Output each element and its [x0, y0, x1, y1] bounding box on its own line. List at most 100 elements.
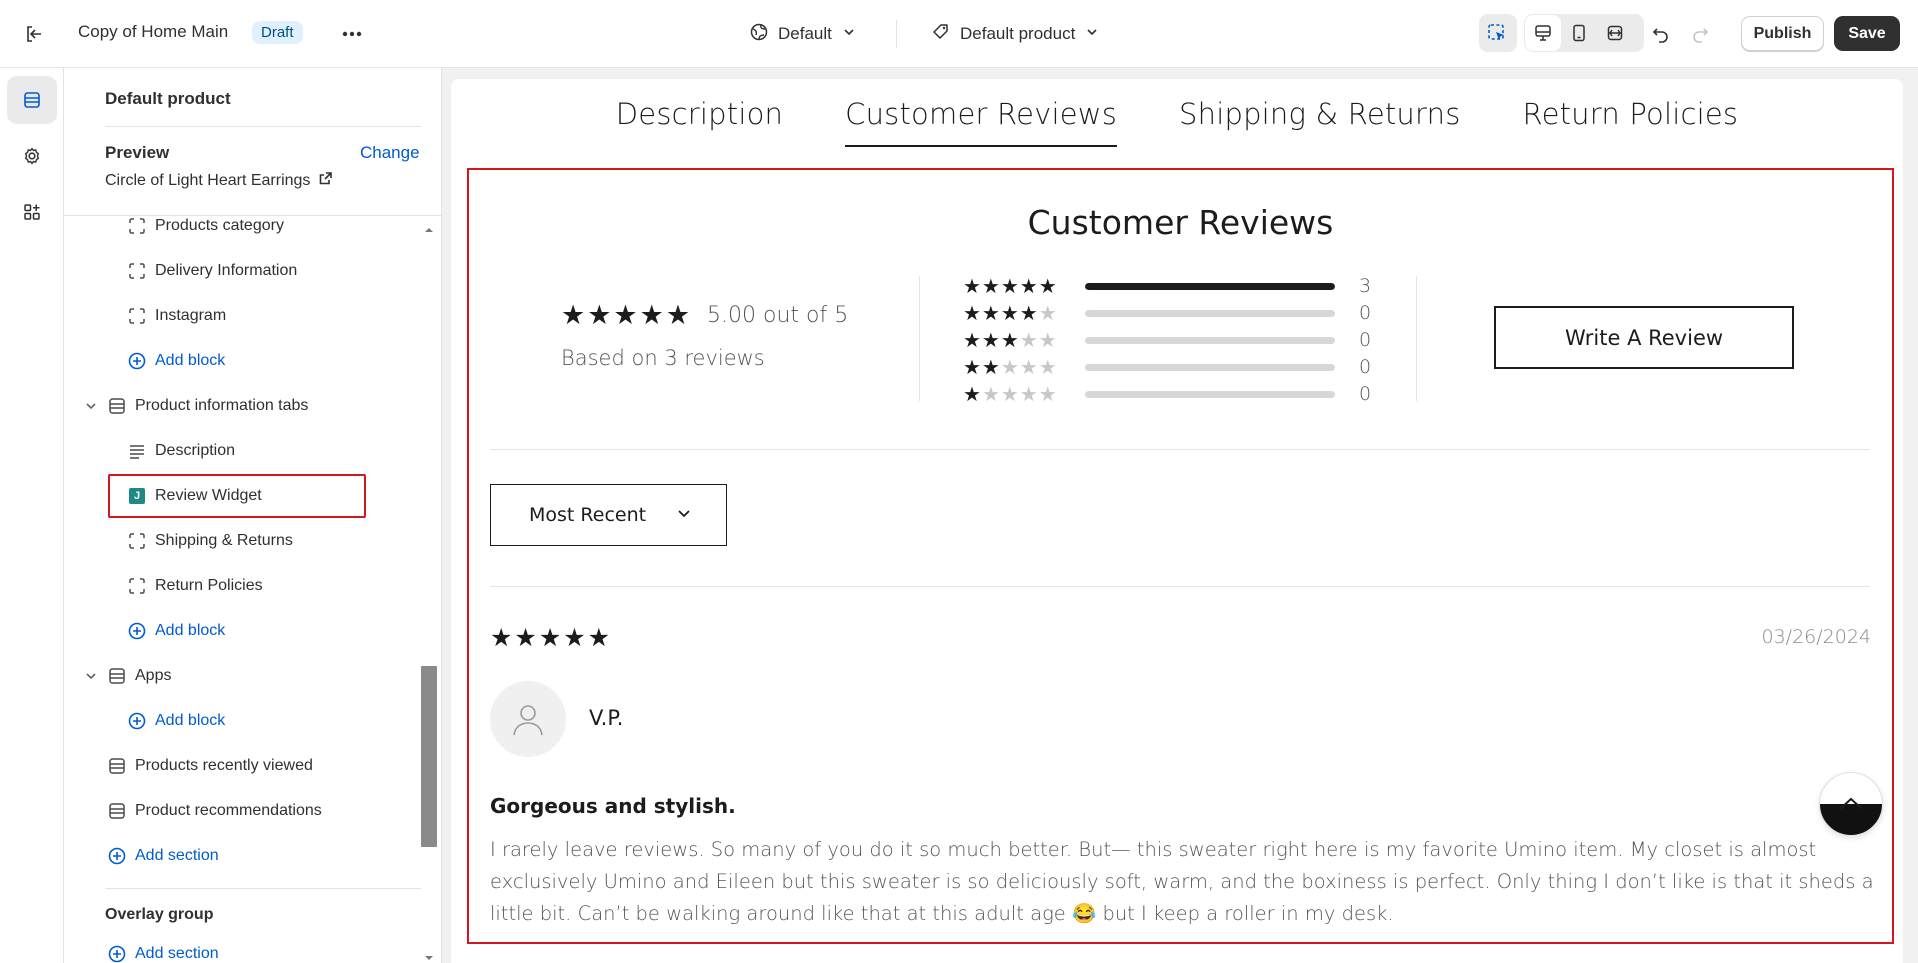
sidebar-item-apps[interactable]: Apps	[107, 660, 171, 692]
divider	[105, 126, 421, 127]
sidebar-item-products-recently-viewed[interactable]: Products recently viewed	[107, 750, 313, 782]
inspector-toggle-group	[1479, 14, 1517, 52]
sidebar-item-return-policies[interactable]: Return Policies	[127, 570, 263, 602]
text-icon	[127, 441, 147, 461]
product-select[interactable]: Default product	[932, 18, 1099, 50]
scroll-up-icon[interactable]	[424, 222, 434, 232]
overlay-group-label: Overlay group	[105, 906, 214, 923]
histogram-row-1[interactable]: ★★★★★ 0	[963, 382, 1383, 406]
block-icon	[127, 576, 147, 596]
scroll-down-icon[interactable]	[424, 950, 434, 960]
save-button[interactable]: Save	[1834, 16, 1900, 51]
storefront-preview: Description Customer Reviews Shipping & …	[451, 79, 1903, 963]
settings-gear-icon[interactable]	[7, 132, 57, 180]
sidebar-item-products-category[interactable]: Products category	[127, 210, 284, 242]
user-icon	[513, 705, 543, 736]
add-section-button[interactable]: Add section	[107, 840, 219, 872]
sidebar-item-instagram[interactable]: Instagram	[127, 300, 226, 332]
undo-icon[interactable]	[1643, 16, 1679, 52]
inspector-select-icon[interactable]	[1479, 15, 1515, 51]
sidebar-item-product-information-tabs[interactable]: Product information tabs	[107, 390, 308, 422]
scroll-to-top-button[interactable]	[1819, 772, 1883, 836]
section-icon	[107, 801, 127, 821]
divider	[919, 276, 920, 401]
external-link-icon	[318, 171, 333, 191]
block-icon	[127, 531, 147, 551]
review-widget[interactable]: Customer Reviews ★★★★★ 5.00 out of 5 Bas…	[467, 168, 1894, 944]
add-block-button[interactable]: Add block	[127, 345, 225, 377]
tab-customer-reviews[interactable]: Customer Reviews	[845, 97, 1118, 147]
add-block-label: Add block	[155, 712, 226, 729]
sidebar-title: Default product	[105, 89, 231, 108]
template-select[interactable]: Default	[750, 18, 856, 50]
review-body: I rarely leave reviews. So many of you d…	[490, 838, 1874, 925]
preview-product-link[interactable]: Circle of Light Heart Earrings	[105, 171, 333, 191]
product-tabs: Description Customer Reviews Shipping & …	[451, 97, 1903, 147]
histogram-stars: ★★★★★	[963, 303, 1058, 325]
chevron-down-icon[interactable]	[84, 669, 98, 683]
histogram-row-4[interactable]: ★★★★★ 0	[963, 301, 1383, 325]
sidebar-item-label: Instagram	[155, 307, 227, 324]
add-block-button[interactable]: Add block	[127, 705, 225, 737]
review-rating-stars: ★★★★★	[490, 624, 613, 652]
histogram-bar	[1085, 364, 1335, 371]
fullscreen-view-icon[interactable]	[1597, 15, 1633, 51]
viewport-toggle-group	[1524, 14, 1644, 52]
publish-button[interactable]: Publish	[1741, 16, 1824, 51]
selected-item-highlight	[108, 474, 366, 518]
sidebar-item-label: Delivery Information	[155, 262, 298, 279]
divider	[896, 20, 897, 48]
chevron-down-icon[interactable]	[84, 399, 98, 413]
redo-icon[interactable]	[1682, 16, 1718, 52]
desktop-view-icon[interactable]	[1525, 15, 1561, 51]
section-icon	[107, 756, 127, 776]
histogram-row-2[interactable]: ★★★★★ 0	[963, 355, 1383, 379]
sidebar-item-description[interactable]: Description	[127, 435, 235, 467]
sidebar-item-product-recommendations[interactable]: Product recommendations	[107, 795, 322, 827]
add-section-button[interactable]: Add section	[107, 938, 219, 963]
reviewer-name: V.P.	[589, 706, 624, 730]
product-select-label: Default product	[960, 24, 1076, 43]
divider	[490, 449, 1870, 450]
sidebar-item-label: Description	[155, 442, 236, 459]
exit-icon[interactable]	[18, 20, 50, 48]
plus-circle-icon	[127, 351, 147, 371]
top-bar: Copy of Home Main Draft Default Default …	[0, 0, 1918, 68]
sidebar-item-label: Products recently viewed	[135, 757, 313, 774]
block-icon	[127, 306, 147, 326]
histogram-row-5[interactable]: ★★★★★ 3	[963, 274, 1383, 298]
more-actions-icon[interactable]	[338, 20, 366, 48]
write-review-button[interactable]: Write A Review	[1494, 306, 1794, 369]
status-badge: Draft	[252, 21, 303, 44]
apps-icon[interactable]	[7, 188, 57, 236]
preview-label: Preview	[105, 143, 170, 162]
histogram-fill	[1085, 283, 1335, 290]
sidebar-item-label: Shipping & Returns	[155, 532, 293, 549]
sidebar-item-delivery-information[interactable]: Delivery Information	[127, 255, 297, 287]
sidebar-item-shipping-returns[interactable]: Shipping & Returns	[127, 525, 293, 557]
plus-circle-icon	[127, 621, 147, 641]
plus-circle-icon	[127, 711, 147, 731]
tab-shipping-returns[interactable]: Shipping & Returns	[1179, 97, 1461, 147]
tab-return-policies[interactable]: Return Policies	[1523, 97, 1739, 147]
histogram-bar	[1085, 283, 1335, 290]
add-block-button[interactable]: Add block	[127, 615, 225, 647]
histogram-stars: ★★★★★	[963, 384, 1058, 406]
histogram-bar	[1085, 310, 1335, 317]
sort-select[interactable]: Most Recent	[490, 484, 727, 546]
tab-description[interactable]: Description	[616, 97, 783, 147]
change-preview-link[interactable]: Change	[360, 143, 420, 163]
histogram-bar	[1085, 391, 1335, 398]
mobile-view-icon[interactable]	[1561, 15, 1597, 51]
reviews-title: Customer Reviews	[1027, 203, 1334, 242]
sidebar-item-label: Product information tabs	[135, 397, 309, 414]
histogram-count: 0	[1359, 302, 1372, 324]
avatar	[490, 681, 566, 757]
theme-name: Copy of Home Main	[78, 22, 229, 41]
sidebar-scrollbar[interactable]	[421, 666, 437, 847]
histogram-row-3[interactable]: ★★★★★ 0	[963, 328, 1383, 352]
histogram-bar	[1085, 337, 1335, 344]
section-icon	[107, 666, 127, 686]
sections-icon[interactable]	[7, 76, 57, 124]
divider	[1416, 276, 1417, 401]
